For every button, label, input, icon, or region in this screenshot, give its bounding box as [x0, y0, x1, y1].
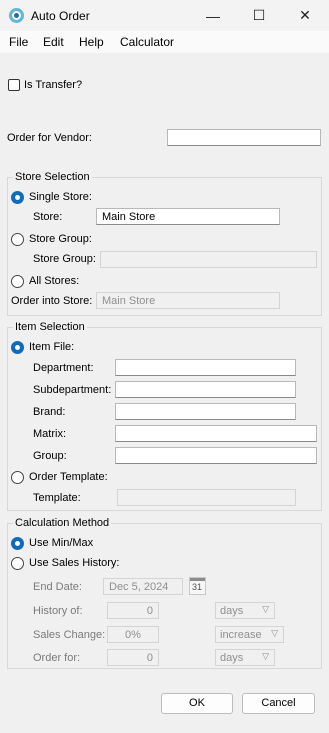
store-selection-legend: Store Selection	[13, 171, 92, 183]
history-of-input: 0	[107, 602, 159, 619]
matrix-label: Matrix:	[33, 428, 66, 440]
order-for-unit-value: days	[220, 652, 244, 664]
sales-change-input: 0%	[107, 626, 159, 643]
chevron-down-icon: ▽	[262, 651, 269, 661]
matrix-input[interactable]	[115, 425, 317, 442]
ok-button[interactable]: OK	[161, 693, 233, 714]
minimize-button[interactable]: —	[190, 0, 236, 31]
cancel-button[interactable]: Cancel	[242, 693, 315, 714]
chevron-down-icon: ▽	[271, 628, 278, 638]
maximize-button[interactable]: ☐	[236, 0, 282, 31]
maximize-icon: ☐	[252, 7, 266, 23]
vendor-input[interactable]	[167, 129, 321, 146]
item-file-label: Item File:	[29, 341, 75, 353]
close-icon: ✕	[299, 7, 311, 23]
end-date-label: End Date:	[33, 581, 82, 593]
all-stores-radio[interactable]	[11, 275, 24, 288]
template-label: Template:	[33, 492, 81, 504]
single-store-radio[interactable]	[11, 191, 24, 204]
order-for-label: Order for:	[33, 652, 81, 664]
order-into-store-label: Order into Store:	[11, 295, 93, 307]
group-input[interactable]	[115, 447, 317, 464]
history-unit-value: days	[220, 605, 244, 617]
close-button[interactable]: ✕	[282, 0, 328, 31]
menu-file[interactable]: File	[9, 35, 28, 49]
menu-bar: File Edit Help Calculator	[0, 31, 329, 53]
store-group-radio-label: Store Group:	[29, 233, 92, 245]
sales-change-direction-select: increase ▽	[215, 626, 284, 643]
is-transfer-checkbox[interactable]	[8, 79, 20, 91]
menu-help[interactable]: Help	[79, 35, 104, 49]
order-for-unit-select: days ▽	[215, 649, 275, 666]
department-label: Department:	[33, 362, 94, 374]
minimize-icon: —	[206, 7, 220, 24]
order-template-label: Order Template:	[29, 471, 108, 483]
store-group-input	[100, 251, 317, 268]
calculation-method-legend: Calculation Method	[13, 517, 112, 529]
group-label: Group:	[33, 450, 67, 462]
vendor-label: Order for Vendor:	[7, 132, 92, 144]
item-selection-legend: Item Selection	[13, 321, 87, 333]
chevron-down-icon: ▽	[262, 604, 269, 614]
use-minmax-label: Use Min/Max	[29, 537, 94, 549]
sales-change-label: Sales Change:	[33, 629, 106, 641]
calendar-day: 31	[192, 582, 203, 592]
menu-calculator[interactable]: Calculator	[120, 35, 174, 49]
menu-edit[interactable]: Edit	[43, 35, 64, 49]
use-minmax-radio[interactable]	[11, 537, 24, 550]
app-icon	[9, 8, 24, 23]
item-file-radio[interactable]	[11, 341, 24, 354]
order-into-store-input: Main Store	[96, 292, 280, 309]
brand-label: Brand:	[33, 406, 66, 418]
subdepartment-input[interactable]	[115, 381, 296, 398]
window-title: Auto Order	[31, 9, 90, 23]
history-unit-select: days ▽	[215, 602, 275, 619]
order-template-radio[interactable]	[11, 471, 24, 484]
store-group-radio[interactable]	[11, 233, 24, 246]
all-stores-label: All Stores:	[29, 275, 80, 287]
brand-input[interactable]	[115, 403, 296, 420]
is-transfer-label: Is Transfer?	[24, 79, 83, 91]
store-label: Store:	[33, 211, 63, 223]
subdepartment-label: Subdepartment:	[33, 384, 112, 396]
use-sales-history-radio[interactable]	[11, 557, 24, 570]
history-of-label: History of:	[33, 605, 83, 617]
use-sales-history-label: Use Sales History:	[29, 557, 120, 569]
store-group-label: Store Group:	[33, 253, 96, 265]
department-input[interactable]	[115, 359, 296, 376]
end-date-input: Dec 5, 2024	[103, 578, 183, 595]
calendar-icon: 31	[189, 577, 206, 595]
single-store-label: Single Store:	[29, 191, 92, 203]
store-input[interactable]: Main Store	[96, 208, 280, 225]
order-for-input: 0	[107, 649, 159, 666]
sales-change-direction-value: increase	[220, 629, 262, 641]
template-input	[117, 489, 296, 506]
